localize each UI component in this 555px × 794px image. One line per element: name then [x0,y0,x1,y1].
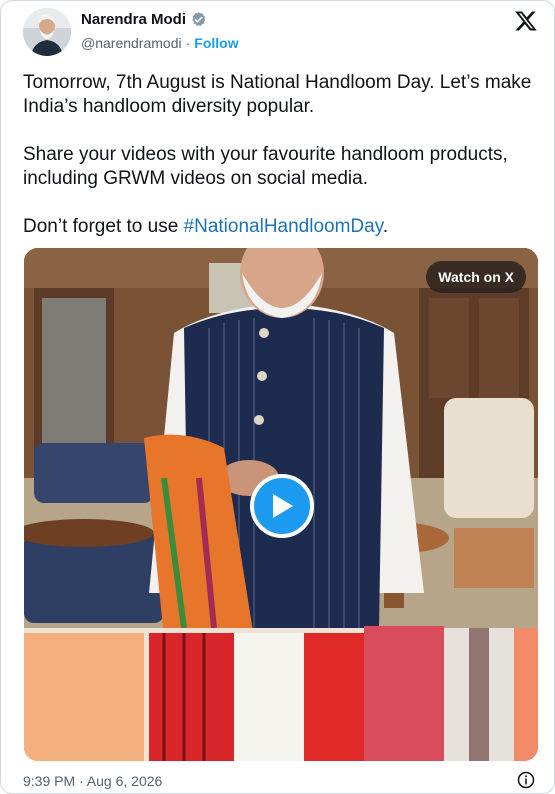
video-media[interactable]: Watch on X [24,248,538,761]
tweet-paragraph-1: Tomorrow, 7th August is National Handloo… [23,72,532,117]
verified-badge-icon [192,12,206,27]
avatar[interactable] [23,8,71,56]
x-logo-icon[interactable] [514,9,538,33]
follow-button[interactable]: Follow [194,35,238,51]
tweet-paragraph-3: Don’t forget to use #NationalHandloomDay… [23,215,543,239]
tweet-paragraph-3-text: Don’t forget to use [23,216,184,237]
hashtag-link[interactable]: #NationalHandloomDay [184,216,383,237]
avatar-image [23,8,71,56]
tweet-card: Narendra Modi @narendramodi · Follow Tom… [0,0,555,794]
tweet-paragraph-3-end: . [382,216,389,237]
timestamp[interactable]: 9:39 PM · Aug 6, 2026 [23,773,162,789]
play-icon [273,494,293,518]
play-button[interactable] [250,474,314,538]
info-icon[interactable] [517,771,535,789]
author-name[interactable]: Narendra Modi [81,11,186,28]
separator: · [185,35,191,51]
tweet-text: Tomorrow, 7th August is National Handloo… [23,71,543,263]
watch-on-x-button[interactable]: Watch on X [426,261,526,293]
author-handle[interactable]: @narendramodi [81,35,182,51]
tweet-paragraph-2: Share your videos with your favourite ha… [23,144,508,189]
author-name-row: Narendra Modi [81,11,207,28]
author-handle-row: @narendramodi · Follow [81,35,239,51]
